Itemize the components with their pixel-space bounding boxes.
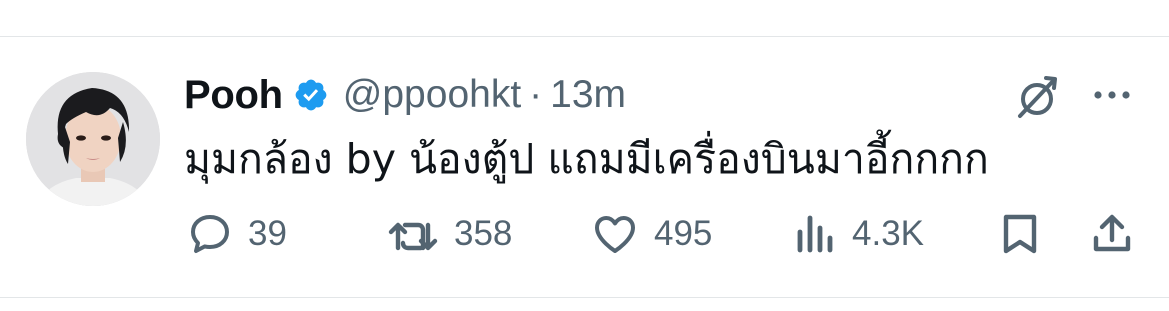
author-name[interactable]: Pooh [184,73,283,118]
like-icon [590,210,640,258]
like-button[interactable]: 495 [590,210,712,258]
views-icon [794,210,838,258]
avatar[interactable] [26,72,160,206]
share-icon [1088,210,1136,258]
views-button[interactable]: 4.3K [794,210,924,258]
repost-count: 358 [454,214,513,253]
repost-button[interactable]: 358 [386,210,512,258]
share-button[interactable] [1088,210,1136,258]
action-bar: 39 358 495 4.3K [0,200,1169,270]
reply-button[interactable]: 39 [186,210,287,258]
more-icon[interactable] [1090,80,1134,110]
verified-badge-icon [293,77,329,113]
views-count: 4.3K [852,214,924,253]
grok-icon[interactable] [1012,72,1062,122]
top-divider [0,36,1169,37]
reply-icon [186,210,234,258]
repost-icon [386,210,440,258]
reply-count: 39 [248,214,287,253]
bookmark-icon [998,210,1042,258]
post-time[interactable]: 13m [550,73,626,117]
separator-dot: · [529,73,543,116]
bookmark-button[interactable] [998,210,1042,258]
like-count: 495 [654,214,713,253]
author-handle[interactable]: @ppoohkt [343,73,521,117]
tweet-header: Pooh @ppoohkt · 13m [184,70,626,120]
tweet-text: มุมกล้อง by น้องตู้ป แถมมีเครื่องบินมาอี… [184,135,989,183]
bottom-divider [0,297,1169,298]
